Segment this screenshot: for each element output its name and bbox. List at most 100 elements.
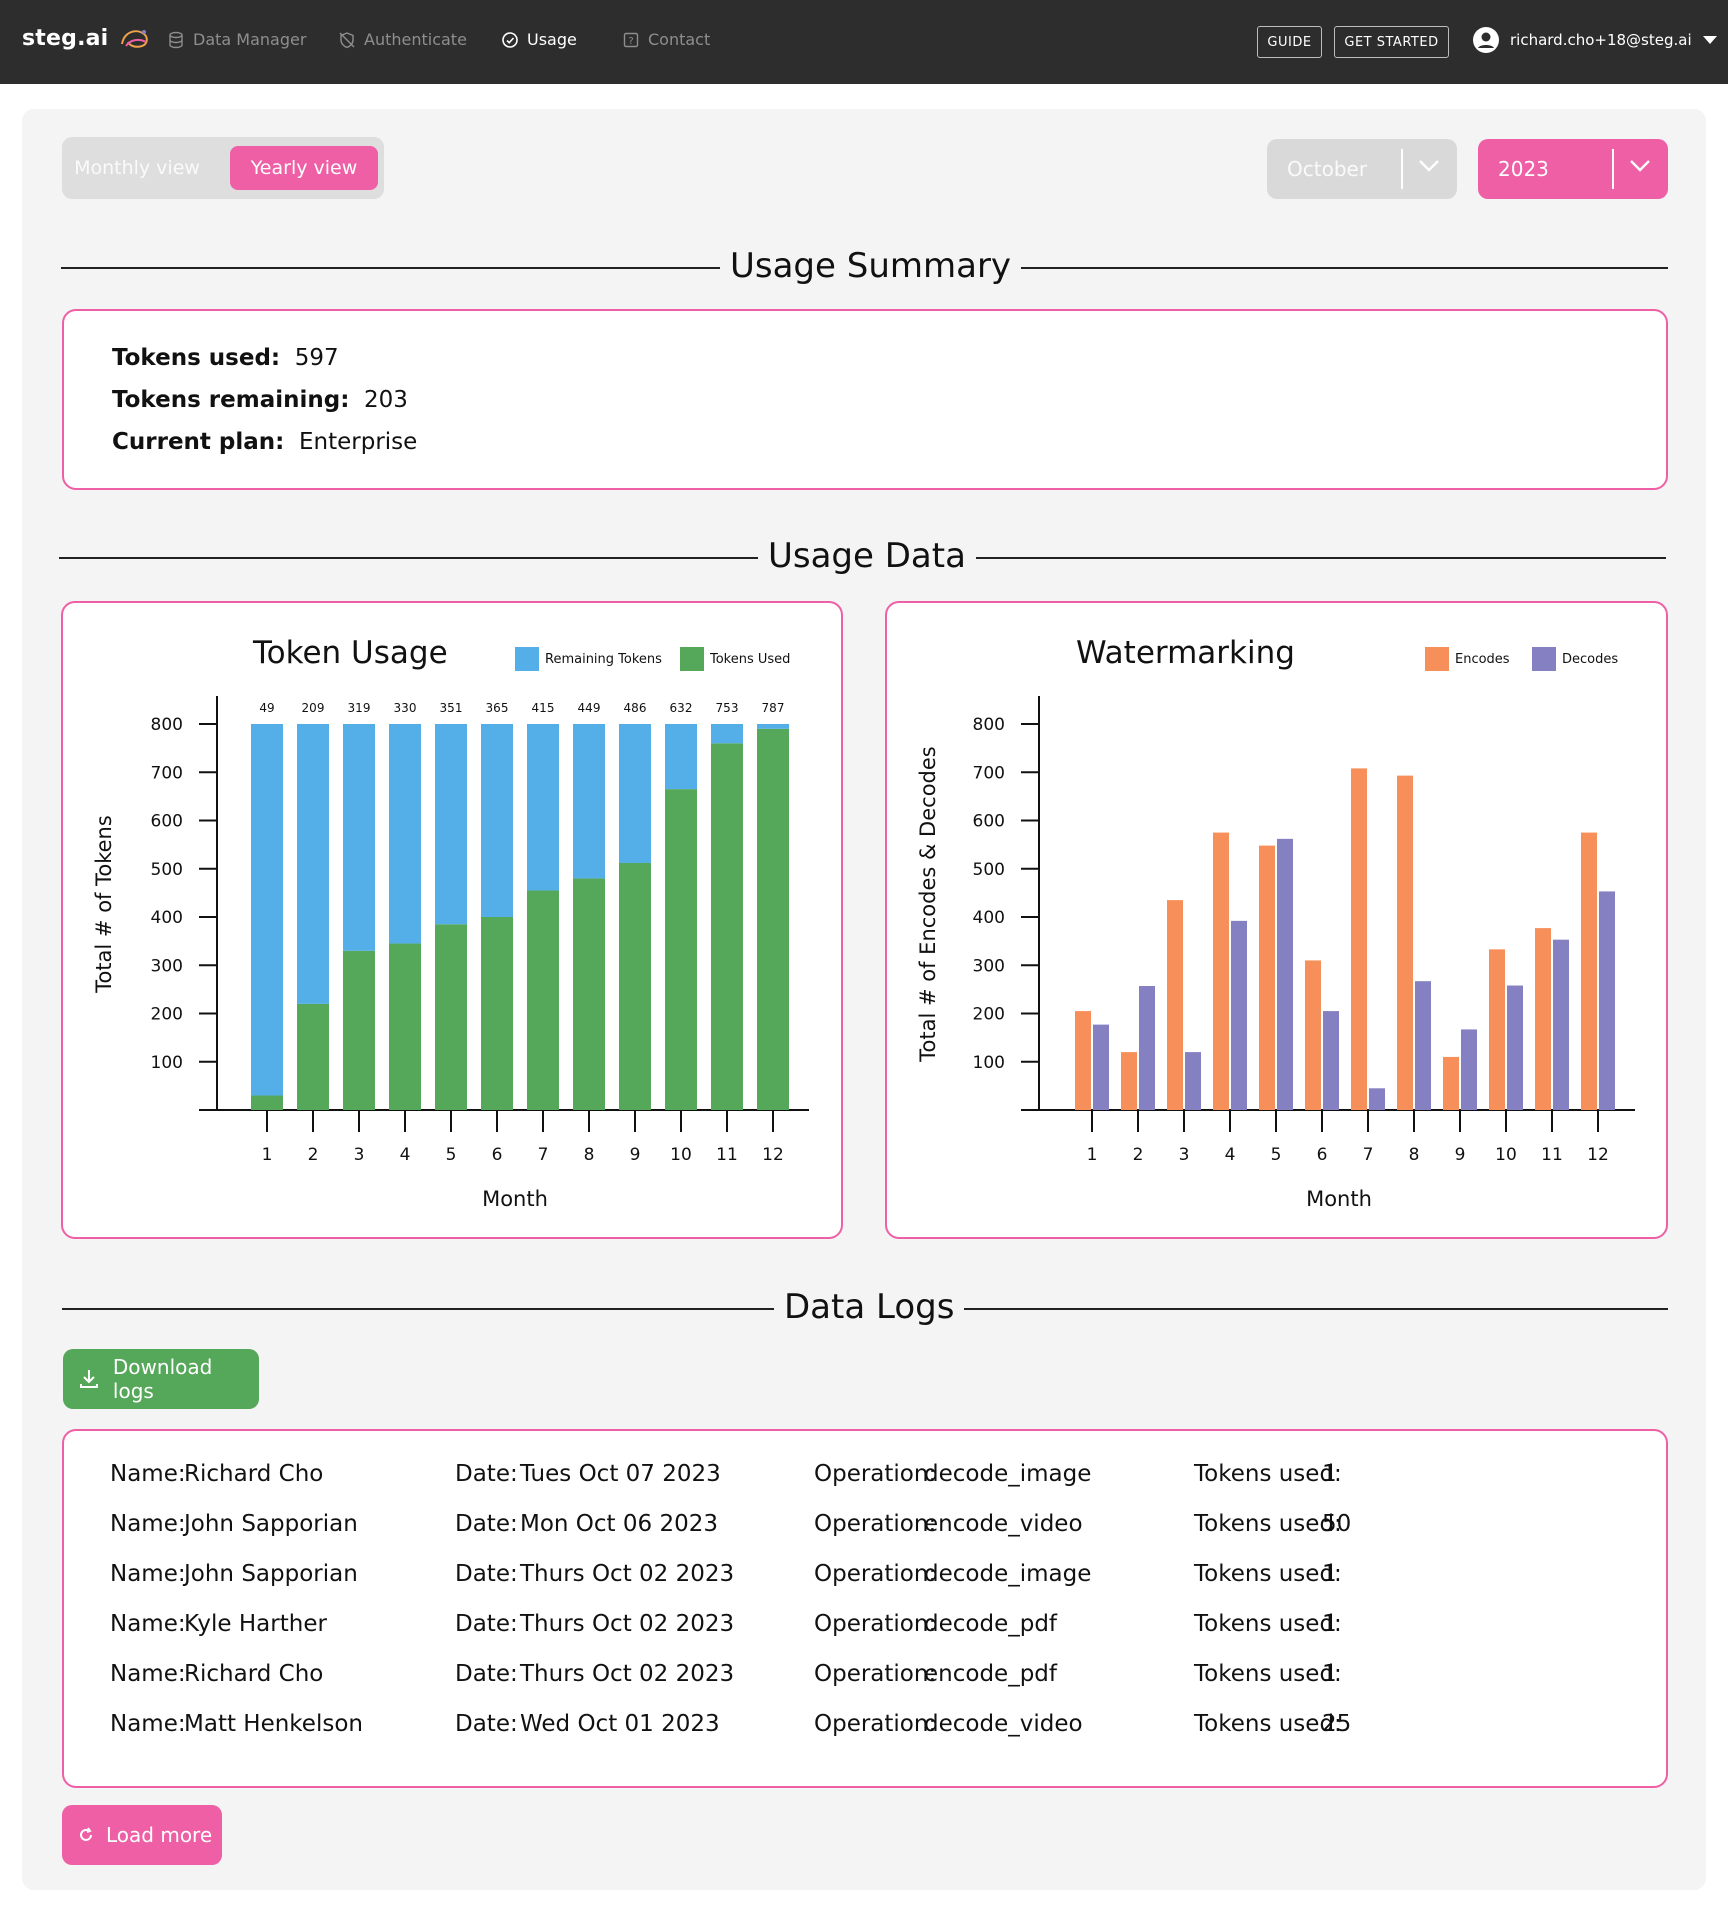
bar-encodes	[1351, 768, 1367, 1110]
nav-label: Data Manager	[193, 30, 307, 49]
y-tick-label: 800	[151, 715, 183, 735]
log-operation-label: Operation:	[814, 1461, 937, 1487]
x-tick-label: 12	[762, 1145, 784, 1165]
current-plan-value: Enterprise	[298, 429, 418, 455]
help-box-icon: ?	[623, 32, 639, 47]
x-tick-label: 6	[1317, 1145, 1328, 1165]
log-name-value: John Sapporian	[184, 1511, 358, 1537]
log-date-label: Date:	[455, 1711, 518, 1737]
guide-button[interactable]: GUIDE	[1257, 26, 1322, 58]
view-toggle: Monthly view Yearly view	[62, 137, 384, 199]
y-axis-label: Total # of Encodes & Decodes	[916, 746, 940, 1062]
x-tick-label: 2	[1133, 1145, 1144, 1165]
bar-data-label: 415	[532, 701, 555, 715]
log-operation-label: Operation:	[814, 1661, 937, 1687]
bar-tokens-used	[573, 878, 605, 1110]
usage-summary-title: Usage Summary	[720, 246, 1022, 286]
y-tick-label: 200	[151, 1005, 183, 1025]
nav-authenticate[interactable]: Authenticate	[338, 30, 467, 49]
log-date-label: Date:	[455, 1561, 518, 1587]
log-date-label: Date:	[455, 1511, 518, 1537]
bar-tokens-used	[711, 743, 743, 1110]
x-tick-label: 4	[400, 1145, 411, 1165]
y-tick-label: 700	[973, 763, 1005, 783]
x-tick-label: 3	[354, 1145, 365, 1165]
select-divider	[1401, 149, 1403, 189]
log-operation-value: encode_video	[924, 1511, 1083, 1537]
tokens-used-label: Tokens used:	[112, 345, 281, 371]
x-tick-label: 5	[1271, 1145, 1282, 1165]
x-tick-label: 11	[716, 1145, 738, 1165]
bar-decodes	[1277, 838, 1293, 1110]
svg-text:?: ?	[628, 36, 633, 47]
bar-decodes	[1185, 1052, 1201, 1110]
monthly-view-button[interactable]: Monthly view	[66, 146, 208, 190]
nav-data-manager[interactable]: Data Manager	[167, 30, 306, 49]
chevron-down-icon	[1419, 160, 1439, 172]
bar-encodes	[1581, 832, 1597, 1110]
x-axis-label: Month	[482, 1187, 548, 1211]
y-tick-label: 200	[973, 1005, 1005, 1025]
bar-remaining-tokens	[757, 724, 789, 729]
x-tick-label: 9	[1455, 1145, 1466, 1165]
log-date-label: Date:	[455, 1661, 518, 1687]
x-tick-label: 9	[630, 1145, 641, 1165]
log-operation-label: Operation:	[814, 1511, 937, 1537]
x-tick-label: 4	[1225, 1145, 1236, 1165]
year-select[interactable]: 2023	[1478, 139, 1668, 199]
bar-remaining-tokens	[435, 724, 467, 925]
bar-data-label: 49	[259, 701, 274, 715]
bar-decodes	[1093, 1024, 1109, 1110]
bar-data-label: 319	[348, 701, 371, 715]
data-logs-title: Data Logs	[774, 1287, 965, 1327]
y-tick-label: 100	[151, 1053, 183, 1073]
y-tick-label: 300	[973, 956, 1005, 976]
bar-remaining-tokens	[297, 724, 329, 1004]
top-navbar: steg.ai Data Manager Authenticate Usage …	[0, 0, 1728, 84]
bar-decodes	[1553, 939, 1569, 1110]
log-tokens-label: Tokens used:	[1194, 1461, 1342, 1487]
download-logs-button[interactable]: Download logs	[63, 1349, 259, 1409]
brand-logo[interactable]: steg.ai	[22, 26, 152, 52]
log-name-label: Name:	[110, 1711, 186, 1737]
watermarking-chart: 100 200 300 400 500 600 700 800 Total # of Encod…	[916, 696, 1635, 1211]
x-tick-label: 5	[446, 1145, 457, 1165]
bar-data-label: 209	[302, 701, 325, 715]
download-logs-label: Download logs	[112, 1355, 213, 1403]
x-tick-label: 10	[670, 1145, 692, 1165]
x-tick-label: 8	[1409, 1145, 1420, 1165]
bar-decodes	[1415, 981, 1431, 1110]
x-tick-label: 2	[308, 1145, 319, 1165]
yearly-view-button[interactable]: Yearly view	[230, 146, 378, 190]
avatar-icon	[1473, 27, 1499, 53]
current-plan-row: Current plan: Enterprise	[112, 429, 417, 455]
nav-contact[interactable]: ? Contact	[622, 30, 710, 49]
bar-data-label: 449	[578, 701, 601, 715]
log-date-value: Thurs Oct 02 2023	[520, 1661, 735, 1687]
bar-data-label: 632	[670, 701, 693, 715]
log-operation-value: decode_pdf	[924, 1611, 1058, 1637]
bar-encodes	[1213, 832, 1229, 1110]
log-date-value: Wed Oct 01 2023	[520, 1711, 720, 1737]
y-tick-label: 500	[151, 860, 183, 880]
user-menu[interactable]: richard.cho+18@steg.ai	[1472, 26, 1718, 54]
nav-label: Contact	[648, 30, 711, 49]
get-started-button[interactable]: GET STARTED	[1334, 26, 1449, 58]
tokens-used-value: 597	[294, 345, 339, 371]
x-tick-label: 8	[584, 1145, 595, 1165]
log-operation-value: encode_pdf	[924, 1661, 1057, 1687]
bar-remaining-tokens	[665, 724, 697, 790]
log-name-value: Kyle Harther	[184, 1611, 327, 1637]
watermarking-card: Watermarking Encodes Decodes 100 200 300 40…	[885, 601, 1668, 1239]
tokens-remaining-row: Tokens remaining: 203	[112, 387, 408, 413]
bar-encodes	[1259, 845, 1275, 1110]
bar-remaining-tokens	[343, 724, 375, 951]
bar-tokens-used	[619, 862, 651, 1110]
month-select[interactable]: October	[1267, 139, 1457, 199]
load-more-button[interactable]: Load more	[62, 1805, 222, 1865]
logo-mark-icon	[121, 30, 149, 48]
nav-usage[interactable]: Usage	[501, 30, 577, 49]
bar-encodes	[1305, 960, 1321, 1110]
bar-remaining-tokens	[527, 724, 559, 891]
log-operation-value: decode_image	[924, 1461, 1092, 1487]
